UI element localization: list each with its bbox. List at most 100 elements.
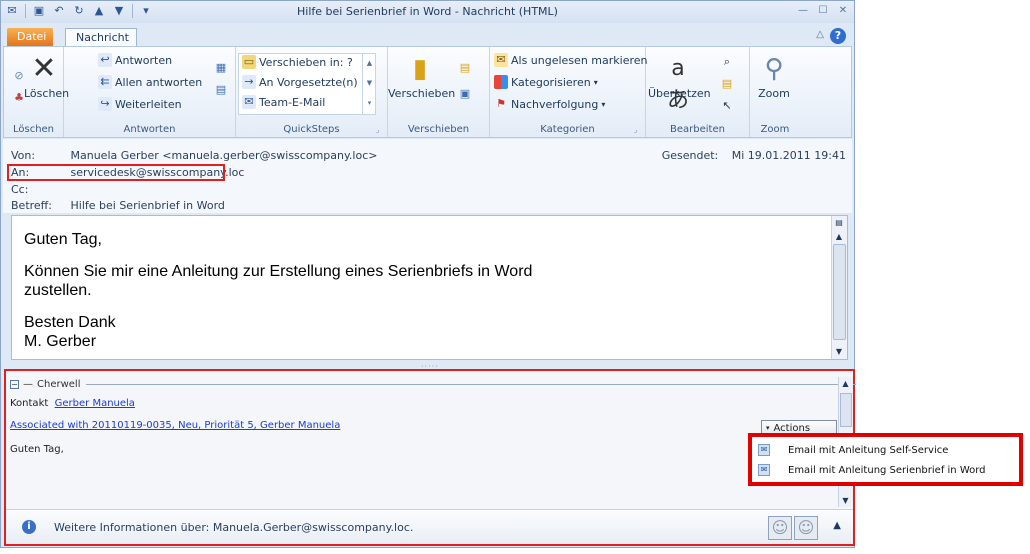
related-icon[interactable]: ▤: [720, 77, 734, 91]
info-icon: i: [22, 520, 36, 534]
onenote-icon[interactable]: ▣: [458, 87, 472, 101]
group-label-respond: Antworten: [123, 124, 176, 135]
move-folder-big-icon: ▮: [412, 54, 428, 84]
sent-row: Gesendet: Mi 19.01.2011 19:41: [662, 149, 846, 162]
group-respond: ↩ Antworten ⇇ Allen antworten ↪ Weiterle…: [64, 47, 236, 137]
body-scrollbar[interactable]: ▤ ▲ ▼: [831, 216, 847, 359]
minimize-ribbon-icon[interactable]: △: [816, 29, 824, 40]
close-icon[interactable]: ✕: [836, 4, 850, 18]
actions-menu: ✉ Email mit Anleitung Self-Service ✉ Ema…: [748, 433, 1023, 486]
minimize-icon[interactable]: —: [796, 4, 810, 18]
scroll-thumb[interactable]: [840, 393, 852, 427]
quickstep-move-to-label: Verschieben in: ?: [259, 55, 353, 69]
mark-unread-button[interactable]: ✉ Als ungelesen markieren: [494, 53, 648, 67]
dropdown-arrow-icon: ▾: [766, 424, 770, 432]
dialog-launcher-icon[interactable]: ⌟: [634, 126, 642, 134]
reply-icon: ↩: [98, 53, 112, 67]
message-body[interactable]: Guten Tag, Können Sie mir eine Anleitung…: [11, 215, 848, 360]
delete-button[interactable]: ✕ Löschen: [24, 51, 69, 101]
select-icon[interactable]: ↖: [720, 99, 734, 113]
ribbon-tabs: Datei Nachricht △ ?: [1, 23, 854, 46]
ribbon: ⊘ ♣ ✕ Löschen Löschen ↩ Antworten ⇇ Alle…: [3, 46, 852, 138]
forward-button[interactable]: ↪ Weiterleiten: [98, 97, 182, 111]
group-move: ▮ Verschieben ▤ ▣ Verschieben: [388, 47, 490, 137]
scroll-down-icon[interactable]: ▼: [832, 345, 846, 359]
from-value[interactable]: Manuela Gerber <manuela.gerber@swisscomp…: [71, 149, 378, 162]
magnifier-icon: ⚲: [764, 54, 784, 84]
tab-message[interactable]: Nachricht: [65, 28, 137, 46]
move-folder-icon: ▭: [242, 55, 256, 69]
to-highlight-box: [7, 164, 225, 181]
cherwell-addin-pane: − — Cherwell Kontakt Gerber Manuela Asso…: [4, 369, 857, 546]
quickstep-move-to[interactable]: ▭ Verschieben in: ?: [242, 55, 353, 69]
scroll-thumb[interactable]: [833, 244, 846, 340]
find-icon[interactable]: ⌕: [720, 55, 734, 69]
group-zoom: ⚲ Zoom Zoom: [750, 47, 800, 137]
envelope-icon: ✉: [494, 53, 508, 67]
people-pane-info: Weitere Informationen über: Manuela.Gerb…: [54, 521, 414, 534]
addin-divider: [86, 384, 857, 385]
body-line-1: Können Sie mir eine Anleitung zur Erstel…: [24, 263, 533, 280]
group-label-editing: Bearbeiten: [670, 124, 725, 135]
collapse-box-icon[interactable]: −: [10, 380, 19, 389]
email-action-icon: ✉: [758, 444, 770, 456]
reply-all-button[interactable]: ⇇ Allen antworten: [98, 75, 202, 89]
rules-icon[interactable]: ▤: [458, 61, 472, 75]
scroll-down-icon[interactable]: ▼: [839, 494, 852, 507]
body-line-2: zustellen.: [24, 282, 92, 299]
quickstep-team-email[interactable]: ✉ Team-E-Mail: [242, 95, 325, 109]
delete-x-icon: ✕: [31, 51, 57, 86]
team-email-icon: ✉: [242, 95, 256, 109]
subject-value: Hilfe bei Serienbrief in Word: [70, 199, 225, 212]
translate-button[interactable]: aあ Übersetzen: [648, 53, 711, 113]
addin-title: Cherwell: [37, 379, 81, 390]
meeting-icon[interactable]: ▦: [214, 61, 228, 75]
actions-button-label: Actions: [773, 422, 811, 434]
scroll-up-icon[interactable]: ▲: [832, 230, 846, 244]
maximize-icon[interactable]: ☐: [816, 4, 830, 18]
avatar[interactable]: ☺: [768, 516, 792, 540]
zoom-button[interactable]: ⚲ Zoom: [752, 53, 796, 100]
scroll-up-icon[interactable]: ▲: [839, 377, 852, 390]
format-icon[interactable]: ▤: [832, 216, 846, 230]
associated-row: Associated with 20110119-0035, Neu, Prio…: [10, 420, 340, 431]
tab-file[interactable]: Datei: [7, 28, 53, 46]
subject-label: Betreff:: [11, 199, 52, 212]
categorize-button[interactable]: Kategorisieren ▾: [494, 75, 598, 89]
menu-item-serienbrief[interactable]: ✉ Email mit Anleitung Serienbrief in Wor…: [758, 461, 986, 479]
menu-item-label: Email mit Anleitung Serienbrief in Word: [788, 464, 986, 476]
sent-label: Gesendet:: [661, 149, 719, 162]
group-label-tags: Kategorien: [540, 124, 595, 135]
cc-label: Cc:: [11, 183, 29, 196]
body-closing: Besten Dank M. Gerber: [24, 313, 824, 351]
more-respond-icon[interactable]: ▤: [214, 83, 228, 97]
menu-item-label: Email mit Anleitung Self-Service: [788, 444, 949, 456]
quickstep-to-manager[interactable]: → An Vorgesetzte(n): [242, 75, 358, 89]
move-button[interactable]: ▮ Verschieben: [388, 53, 456, 100]
translate-label: Übersetzen: [648, 87, 711, 100]
follow-up-button[interactable]: ⚑ Nachverfolgung ▾: [494, 97, 605, 111]
manager-icon: →: [242, 75, 256, 89]
contact-link[interactable]: Gerber Manuela: [55, 398, 135, 409]
menu-item-self-service[interactable]: ✉ Email mit Anleitung Self-Service: [758, 441, 948, 459]
help-icon[interactable]: ?: [830, 28, 846, 44]
group-label-delete: Löschen: [12, 124, 55, 135]
title-bar: ✉ ▣ ↶ ↻ ▲ ▼ ▾ Hilfe bei Serienbrief in W…: [1, 1, 854, 23]
expand-people-pane-icon[interactable]: ▲: [833, 520, 841, 531]
avatar[interactable]: ☺: [794, 516, 818, 540]
reply-all-label: Allen antworten: [115, 75, 203, 89]
body-greeting: Guten Tag,: [24, 231, 102, 248]
move-button-label: Verschieben: [388, 87, 456, 100]
quicksteps-scroll[interactable]: ▲ ▼ ▾: [362, 53, 376, 115]
reply-button[interactable]: ↩ Antworten: [98, 53, 172, 67]
dialog-launcher-icon[interactable]: ⌟: [376, 126, 384, 134]
reply-label: Antworten: [115, 53, 173, 67]
associated-link[interactable]: Associated with 20110119-0035, Neu, Prio…: [10, 420, 340, 431]
subject-row: Betreff: Hilfe bei Serienbrief in Word: [11, 199, 225, 212]
body-closing-2: M. Gerber: [24, 333, 97, 350]
reply-all-icon: ⇇: [98, 75, 112, 89]
addin-header: − — Cherwell: [10, 379, 857, 390]
dropdown-arrow-icon: ▾: [593, 77, 598, 87]
cc-row: Cc:: [11, 183, 67, 196]
contact-label: Kontakt: [10, 398, 49, 409]
